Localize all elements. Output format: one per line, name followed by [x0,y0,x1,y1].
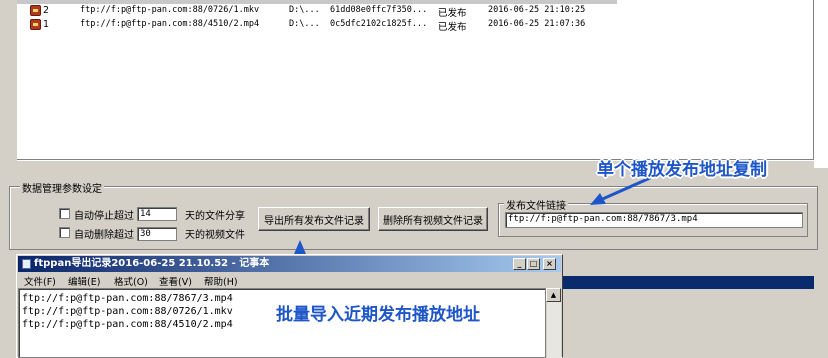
menu-view[interactable]: 查看(V) [159,274,192,288]
menu-edit[interactable]: 编辑(E) [68,274,100,288]
menu-format[interactable]: 格式(O) [114,274,148,288]
notepad-icon [22,259,31,269]
background-window-strip [562,276,814,289]
menu-help[interactable]: 帮助(H) [204,274,238,288]
close-button[interactable]: × [543,258,556,270]
notepad-titlebar[interactable]: ftppan导出记录2016-06-25 21.10.52 - 记事本 [18,256,561,272]
notepad-menubar: 文件(F) 编辑(E) 格式(O) 查看(V) 帮助(H) [18,273,561,288]
maximize-button[interactable]: □ [527,258,540,270]
annotation-copy-single: 单个播放发布地址复制 [597,160,767,180]
scroll-up-arrow-icon[interactable]: ▲ [546,288,561,302]
annotation-batch-import: 批量导入近期发布播放地址 [276,305,480,325]
menu-file[interactable]: 文件(F) [24,274,56,288]
minimize-button[interactable]: _ [513,258,526,270]
arrow-to-publish-link [590,176,651,205]
